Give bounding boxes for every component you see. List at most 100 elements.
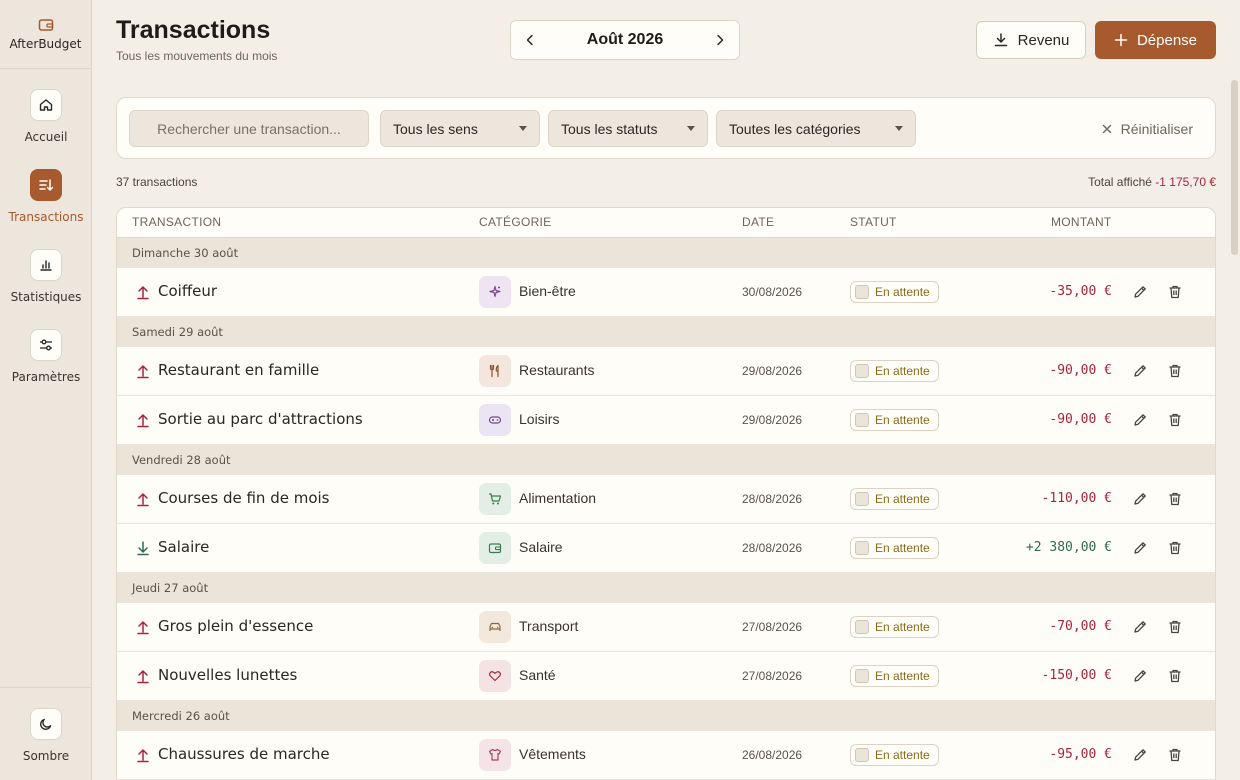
category-icon-badge [479, 611, 511, 643]
pencil-icon [1134, 414, 1146, 426]
edit-button[interactable] [1132, 284, 1148, 305]
sidebar-item-transactions[interactable]: Transactions [0, 169, 92, 224]
status-toggle[interactable]: En attente [850, 360, 939, 382]
transaction-date: 30/08/2026 [742, 285, 803, 299]
table-row[interactable]: Courses de fin de mois Alimentation 28/08/… [117, 475, 1215, 524]
status-checkbox[interactable] [855, 620, 869, 634]
status-toggle[interactable]: En attente [850, 488, 939, 510]
table-row[interactable]: Chaussures de marche Vêtements 26/08/2026 E… [117, 731, 1215, 780]
shirt-icon [488, 748, 502, 761]
transaction-name: Chaussures de marche [158, 745, 330, 763]
table-row[interactable]: Coiffeur Bien-être 30/08/2026 En attente -35… [117, 268, 1215, 317]
sidebar-item-label: Transactions [8, 210, 84, 224]
edit-button[interactable] [1132, 668, 1148, 689]
sidebar-item-accueil[interactable]: Accueil [0, 89, 92, 144]
pencil-icon [1134, 670, 1146, 682]
pencil-icon [1134, 749, 1146, 761]
category-icon-badge [479, 276, 511, 308]
transaction-name: Gros plein d'essence [158, 617, 314, 635]
table-row[interactable]: Nouvelles lunettes Santé 27/08/2026 En atte… [117, 652, 1215, 701]
status-select[interactable]: Tous les statuts [548, 110, 708, 147]
reset-filters-button[interactable]: Réinitialiser [1101, 110, 1193, 147]
theme-toggle[interactable]: Sombre [0, 708, 92, 763]
status-checkbox[interactable] [855, 285, 869, 299]
table-row[interactable]: Salaire Salaire 28/08/2026 En attente +2 380… [117, 524, 1215, 573]
edit-button[interactable] [1132, 747, 1148, 768]
sidebar-item-statistiques[interactable]: Statistiques [0, 249, 92, 304]
category-select[interactable]: Toutes les catégories [716, 110, 916, 147]
status-label: En attente [875, 620, 930, 634]
scrollbar-thumb[interactable] [1231, 80, 1238, 255]
scrollbar[interactable] [1230, 80, 1240, 255]
status-toggle[interactable]: En attente [850, 665, 939, 687]
add-revenu-button[interactable]: Revenu [976, 21, 1086, 59]
status-checkbox[interactable] [855, 492, 869, 506]
total-displayed: Total affiché -1 175,70 € [1088, 175, 1216, 189]
transaction-name: Salaire [158, 538, 210, 556]
sliders-icon [40, 339, 52, 351]
transaction-date: 26/08/2026 [742, 748, 803, 762]
trash-icon [1169, 285, 1181, 299]
status-checkbox[interactable] [855, 669, 869, 683]
search-input[interactable] [129, 110, 369, 147]
header-date: DATE [742, 215, 775, 229]
delete-button[interactable] [1167, 284, 1183, 305]
trash-icon [1169, 364, 1181, 378]
home-icon [39, 99, 53, 111]
delete-button[interactable] [1167, 363, 1183, 384]
month-selector: Août 2026 [510, 20, 740, 60]
pencil-icon [1134, 286, 1146, 298]
arrow-up-icon [137, 365, 149, 379]
status-label: En attente [875, 285, 930, 299]
status-toggle[interactable]: En attente [850, 744, 939, 766]
page-title: Transactions [116, 16, 271, 44]
brand[interactable]: AfterBudget [0, 0, 91, 69]
status-toggle[interactable]: En attente [850, 409, 939, 431]
status-toggle[interactable]: En attente [850, 616, 939, 638]
status-checkbox[interactable] [855, 413, 869, 427]
edit-button[interactable] [1132, 363, 1148, 384]
arrow-up-icon [137, 414, 149, 428]
category-label: Salaire [519, 539, 563, 555]
status-checkbox[interactable] [855, 541, 869, 555]
current-month: Août 2026 [586, 31, 664, 48]
category-label: Transport [519, 618, 579, 634]
trash-icon [1169, 669, 1181, 683]
category-label: Loisirs [519, 411, 560, 427]
direction-indicator [135, 412, 151, 433]
table-row[interactable]: Restaurant en famille Restaurants 29/08/20… [117, 347, 1215, 396]
transaction-date: 28/08/2026 [742, 492, 803, 506]
status-toggle[interactable]: En attente [850, 281, 939, 303]
sidebar-item-label: Paramètres [11, 370, 81, 384]
category-icon-badge [479, 483, 511, 515]
status-checkbox[interactable] [855, 364, 869, 378]
status-toggle[interactable]: En attente [850, 537, 939, 559]
delete-button[interactable] [1167, 491, 1183, 512]
trash-icon [1169, 541, 1181, 555]
sidebar-footer: Sombre [0, 687, 92, 780]
direction-select-value: Tous les sens [393, 120, 478, 137]
direction-select[interactable]: Tous les sens [380, 110, 540, 147]
transactions-table: TRANSACTION CATÉGORIE DATE STATUT MONTAN… [116, 207, 1216, 780]
date-group-header: Samedi 29 août [117, 317, 1215, 347]
depense-label: Dépense [1136, 31, 1198, 49]
table-row[interactable]: Sortie au parc d'attractions Loisirs 29/08… [117, 396, 1215, 445]
edit-button[interactable] [1132, 540, 1148, 561]
delete-button[interactable] [1167, 747, 1183, 768]
delete-button[interactable] [1167, 412, 1183, 433]
edit-button[interactable] [1132, 412, 1148, 433]
delete-button[interactable] [1167, 540, 1183, 561]
add-depense-button[interactable]: Dépense [1095, 21, 1216, 59]
delete-button[interactable] [1167, 668, 1183, 689]
edit-button[interactable] [1132, 491, 1148, 512]
sidebar-item-label: Statistiques [10, 290, 82, 304]
status-checkbox[interactable] [855, 748, 869, 762]
edit-button[interactable] [1132, 619, 1148, 640]
chevron-left-icon[interactable] [523, 33, 537, 47]
header-category: CATÉGORIE [479, 215, 552, 229]
chevron-right-icon[interactable] [713, 33, 727, 47]
transaction-amount: -90,00 € [1049, 363, 1112, 378]
delete-button[interactable] [1167, 619, 1183, 640]
table-row[interactable]: Gros plein d'essence Transport 27/08/2026 E… [117, 603, 1215, 652]
sidebar-item-parametres[interactable]: Paramètres [0, 329, 92, 384]
